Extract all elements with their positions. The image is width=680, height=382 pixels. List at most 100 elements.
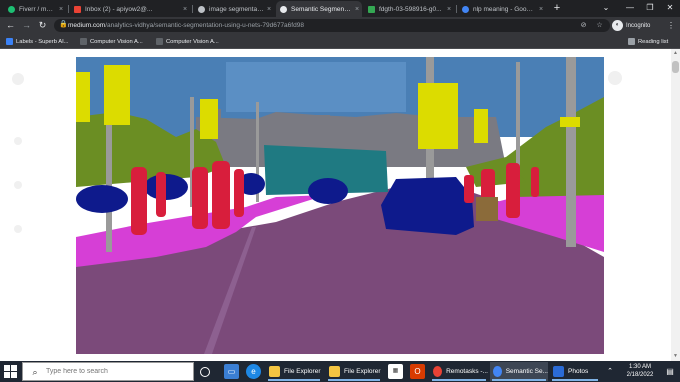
taskbar-app-file-explorer[interactable]: File Explorer: [326, 362, 382, 381]
running-indicator: [432, 379, 486, 381]
tab-search-button[interactable]: ⌄: [596, 2, 616, 14]
clock-date: 2/18/2022: [626, 372, 654, 378]
star-icon[interactable]: ☆: [594, 20, 605, 31]
url-path: /analytics-vidhya/semantic-segmentation-…: [105, 22, 304, 29]
tab-fdgth[interactable]: fdgth-03-598916-g0... ×: [364, 1, 454, 17]
minimize-button[interactable]: —: [620, 2, 640, 14]
clock-time: 1:30 AM: [628, 364, 651, 370]
tab-divider: [456, 5, 457, 13]
person-region: [156, 172, 166, 217]
bookmark-icon: [6, 38, 13, 45]
sheets-icon: [368, 5, 375, 13]
edge-icon[interactable]: e: [246, 364, 261, 379]
close-icon[interactable]: ×: [180, 6, 190, 13]
tab-title: Fiverr / monae61 / Edit: [19, 5, 56, 13]
close-icon[interactable]: ×: [536, 6, 546, 13]
bookmark-computer-vision-1[interactable]: Computer Vision A...: [80, 36, 143, 47]
new-tab-button[interactable]: +: [550, 1, 564, 15]
eye-off-icon[interactable]: ⊘: [578, 20, 589, 31]
reload-icon[interactable]: ↻: [36, 19, 49, 32]
office-icon[interactable]: O: [410, 364, 425, 379]
show-hidden-icons-icon[interactable]: ⌃: [605, 365, 615, 378]
sidebar-icon[interactable]: [14, 225, 22, 233]
chrome-icon: [493, 366, 502, 377]
bookmark-labels-superb[interactable]: Labels - Superb AI...: [6, 36, 69, 47]
reading-list-icon: [628, 38, 635, 45]
forward-arrow-icon[interactable]: →: [20, 19, 33, 32]
tab-title: image segmentation ...: [209, 5, 264, 13]
taskbar-app-file-explorer[interactable]: File Explorer: [266, 362, 322, 381]
page-icon: [156, 38, 163, 45]
incognito-profile[interactable]: ◐ Incognito: [612, 19, 650, 32]
url-host: medium.com: [68, 22, 106, 29]
close-icon[interactable]: ×: [444, 6, 454, 13]
cortana-icon[interactable]: [200, 367, 210, 377]
scroll-down-icon[interactable]: ▼: [672, 353, 679, 360]
address-bar[interactable]: 🔒 medium.com/analytics-vidhya/semantic-s…: [54, 19, 610, 32]
tab-divider: [68, 5, 69, 13]
pole-region: [566, 57, 576, 247]
running-indicator: [492, 379, 546, 381]
bookmark-computer-vision-2[interactable]: Computer Vision A...: [156, 36, 219, 47]
windows-start-icon[interactable]: [4, 365, 17, 378]
taskbar-app-remotasks[interactable]: Remotasks -...: [430, 362, 488, 381]
person-region: [531, 167, 539, 197]
app-label: File Explorer: [284, 368, 321, 375]
app-label: File Explorer: [344, 368, 381, 375]
scrollbar-thumb[interactable]: [672, 61, 679, 73]
tab-image-segmentation[interactable]: image segmentation ... ×: [194, 1, 274, 17]
taskbar-search[interactable]: ⌕: [22, 362, 194, 381]
notification-icon[interactable]: ▤: [664, 365, 676, 378]
lock-icon: 🔒: [59, 21, 68, 28]
tab-semantic-segmentation[interactable]: Semantic Segmentation ×: [276, 1, 362, 17]
tab-title: fdgth-03-598916-g0...: [379, 5, 442, 13]
profile-label: Incognito: [626, 22, 651, 29]
browser-toolbar: ← → ↻ 🔒 medium.com/analytics-vidhya/sema…: [0, 17, 680, 34]
traffic-sign-region: [474, 109, 488, 143]
avatar[interactable]: [608, 71, 622, 85]
search-icon: ⌕: [32, 366, 38, 377]
person-region: [506, 163, 520, 218]
tab-gmail[interactable]: Inbox (2) - apiyow2@... ×: [70, 1, 190, 17]
reading-list-button[interactable]: Reading list: [628, 36, 668, 47]
calendar-icon[interactable]: ▦: [388, 364, 403, 379]
taskbar-app-photos[interactable]: Photos: [550, 362, 600, 381]
car-region: [308, 178, 348, 204]
task-view-icon[interactable]: ▭: [224, 364, 239, 379]
close-icon[interactable]: ×: [264, 6, 274, 13]
medium-icon: [280, 5, 287, 13]
restore-button[interactable]: ❐: [640, 2, 660, 14]
close-icon[interactable]: ×: [56, 6, 66, 13]
app-label: Semantic Se...: [505, 368, 548, 375]
person-region: [464, 175, 474, 203]
traffic-sign-region: [104, 65, 130, 125]
traffic-sign-region: [200, 99, 218, 139]
bookmark-label: Computer Vision A...: [90, 38, 143, 45]
taskbar-app-semantic-segmentation[interactable]: Semantic Se...: [490, 362, 548, 381]
system-clock[interactable]: 1:30 AM 2/18/2022: [618, 363, 662, 380]
sidebar-icon[interactable]: [14, 137, 22, 145]
sidebar-icon[interactable]: [14, 181, 22, 189]
folder-icon: [329, 366, 340, 377]
windows-taskbar: ⌕ ▭ e File Explorer File Explorer ▦ O Re…: [0, 361, 680, 382]
person-region: [234, 169, 244, 217]
more-menu-icon[interactable]: ⋮: [666, 19, 676, 32]
search-input[interactable]: [46, 368, 186, 375]
sidebar-icon[interactable]: [12, 73, 24, 85]
sky-region: [226, 62, 406, 112]
tab-nlp-meaning[interactable]: nlp meaning - Google ... ×: [458, 1, 546, 17]
folder-icon: [269, 366, 280, 377]
chrome-icon: [433, 366, 443, 377]
person-region: [212, 161, 230, 229]
fiverr-icon: [8, 5, 15, 13]
url-text[interactable]: medium.com/analytics-vidhya/semantic-seg…: [68, 19, 304, 32]
close-window-button[interactable]: ✕: [660, 2, 680, 14]
tab-fiverr[interactable]: Fiverr / monae61 / Edit ×: [4, 1, 66, 17]
back-arrow-icon[interactable]: ←: [4, 19, 17, 32]
close-icon[interactable]: ×: [352, 6, 362, 13]
scroll-up-icon[interactable]: ▲: [672, 50, 679, 57]
page-icon: [80, 38, 87, 45]
building-region: [316, 115, 330, 129]
globe-icon: [198, 5, 205, 13]
scrollbar-track[interactable]: [671, 49, 680, 361]
